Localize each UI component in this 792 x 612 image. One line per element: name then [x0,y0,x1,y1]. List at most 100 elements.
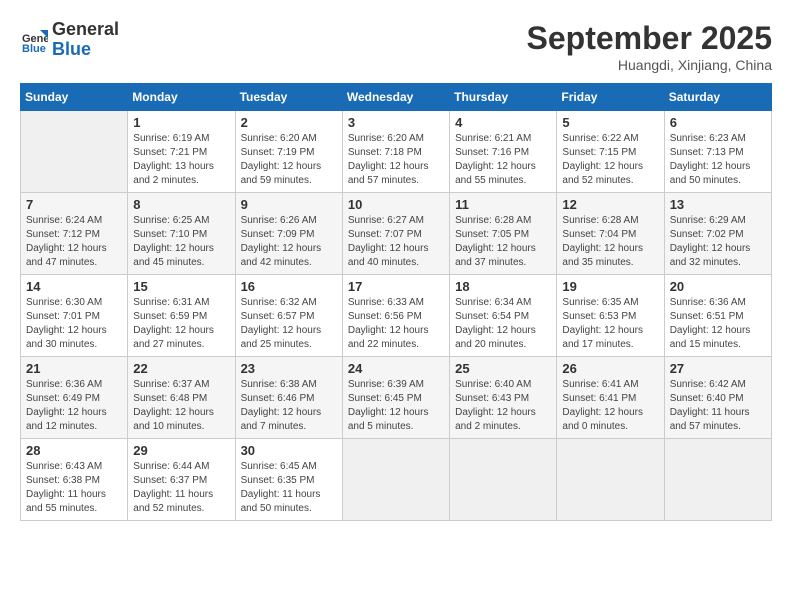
month-title: September 2025 [527,20,772,57]
day-number: 1 [133,115,229,130]
day-info: Sunrise: 6:40 AMSunset: 6:43 PMDaylight:… [455,378,551,434]
day-number: 26 [562,361,658,376]
day-info: Sunrise: 6:23 AMSunset: 7:13 PMDaylight:… [670,132,766,188]
day-info: Sunrise: 6:34 AMSunset: 6:54 PMDaylight:… [455,296,551,352]
calendar-cell [664,439,771,521]
day-info: Sunrise: 6:27 AMSunset: 7:07 PMDaylight:… [348,214,444,270]
column-header-wednesday: Wednesday [342,84,449,111]
calendar-cell: 6 Sunrise: 6:23 AMSunset: 7:13 PMDaylight… [664,111,771,193]
calendar-cell [450,439,557,521]
day-number: 25 [455,361,551,376]
day-info: Sunrise: 6:20 AMSunset: 7:18 PMDaylight:… [348,132,444,188]
logo: General Blue General Blue [20,20,119,60]
day-info: Sunrise: 6:20 AMSunset: 7:19 PMDaylight:… [241,132,337,188]
day-info: Sunrise: 6:36 AMSunset: 6:49 PMDaylight:… [26,378,122,434]
day-info: Sunrise: 6:44 AMSunset: 6:37 PMDaylight:… [133,460,229,516]
calendar-cell: 28Sunrise: 6:43 AMSunset: 6:38 PMDayligh… [21,439,128,521]
calendar-cell: 3Sunrise: 6:20 AMSunset: 7:18 PMDaylight… [342,111,449,193]
calendar-cell: 30 Sunrise: 6:45 AMSunset: 6:35 PMDayligh… [235,439,342,521]
header-row: SundayMondayTuesdayWednesdayThursdayFrid… [21,84,772,111]
calendar-cell: 4 Sunrise: 6:21 AMSunset: 7:16 PMDaylight… [450,111,557,193]
calendar-cell: 19Sunrise: 6:35 AMSunset: 6:53 PMDayligh… [557,275,664,357]
column-header-thursday: Thursday [450,84,557,111]
calendar-cell: 27 Sunrise: 6:42 AMSunset: 6:40 PMDayligh… [664,357,771,439]
day-number: 15 [133,279,229,294]
day-number: 13 [670,197,766,212]
calendar-header: SundayMondayTuesdayWednesdayThursdayFrid… [21,84,772,111]
calendar-cell: 29 Sunrise: 6:44 AMSunset: 6:37 PMDayligh… [128,439,235,521]
day-number: 29 [133,443,229,458]
calendar-cell: 14 Sunrise: 6:30 AMSunset: 7:01 PMDayligh… [21,275,128,357]
day-number: 20 [670,279,766,294]
day-number: 8 [133,197,229,212]
day-info: Sunrise: 6:41 AMSunset: 6:41 PMDaylight:… [562,378,658,434]
day-number: 23 [241,361,337,376]
day-number: 28 [26,443,122,458]
title-block: September 2025 Huangdi, Xinjiang, China [527,20,772,73]
day-number: 12 [562,197,658,212]
day-number: 7 [26,197,122,212]
day-info: Sunrise: 6:31 AMSunset: 6:59 PMDaylight:… [133,296,229,352]
calendar-cell [342,439,449,521]
calendar-cell: 8Sunrise: 6:25 AMSunset: 7:10 PMDaylight… [128,193,235,275]
column-header-friday: Friday [557,84,664,111]
calendar-cell: 12 Sunrise: 6:28 AMSunset: 7:04 PMDayligh… [557,193,664,275]
day-number: 14 [26,279,122,294]
day-info: Sunrise: 6:37 AMSunset: 6:48 PMDaylight:… [133,378,229,434]
day-info: Sunrise: 6:32 AMSunset: 6:57 PMDaylight:… [241,296,337,352]
day-info: Sunrise: 6:38 AMSunset: 6:46 PMDaylight:… [241,378,337,434]
column-header-monday: Monday [128,84,235,111]
day-info: Sunrise: 6:22 AMSunset: 7:15 PMDaylight:… [562,132,658,188]
day-info: Sunrise: 6:36 AMSunset: 6:51 PMDaylight:… [670,296,766,352]
day-info: Sunrise: 6:29 AMSunset: 7:02 PMDaylight:… [670,214,766,270]
day-info: Sunrise: 6:26 AMSunset: 7:09 PMDaylight:… [241,214,337,270]
location-subtitle: Huangdi, Xinjiang, China [527,57,772,73]
calendar-cell: 25 Sunrise: 6:40 AMSunset: 6:43 PMDayligh… [450,357,557,439]
day-info: Sunrise: 6:28 AMSunset: 7:04 PMDaylight:… [562,214,658,270]
calendar-cell: 10 Sunrise: 6:27 AMSunset: 7:07 PMDayligh… [342,193,449,275]
day-info: Sunrise: 6:35 AMSunset: 6:53 PMDaylight:… [562,296,658,352]
day-number: 16 [241,279,337,294]
day-info: Sunrise: 6:45 AMSunset: 6:35 PMDaylight:… [241,460,337,516]
day-number: 6 [670,115,766,130]
calendar-cell: 2 Sunrise: 6:20 AMSunset: 7:19 PMDaylight… [235,111,342,193]
day-number: 27 [670,361,766,376]
calendar-cell: 26 Sunrise: 6:41 AMSunset: 6:41 PMDayligh… [557,357,664,439]
calendar-cell [557,439,664,521]
day-info: Sunrise: 6:28 AMSunset: 7:05 PMDaylight:… [455,214,551,270]
calendar-week-row: 21 Sunrise: 6:36 AMSunset: 6:49 PMDayligh… [21,357,772,439]
calendar-week-row: 28Sunrise: 6:43 AMSunset: 6:38 PMDayligh… [21,439,772,521]
day-info: Sunrise: 6:30 AMSunset: 7:01 PMDaylight:… [26,296,122,352]
calendar-week-row: 7 Sunrise: 6:24 AMSunset: 7:12 PMDaylight… [21,193,772,275]
calendar-cell: 1 Sunrise: 6:19 AMSunset: 7:21 PMDaylight… [128,111,235,193]
day-number: 10 [348,197,444,212]
calendar-cell: 7 Sunrise: 6:24 AMSunset: 7:12 PMDaylight… [21,193,128,275]
day-number: 30 [241,443,337,458]
calendar-cell: 22Sunrise: 6:37 AMSunset: 6:48 PMDayligh… [128,357,235,439]
column-header-tuesday: Tuesday [235,84,342,111]
day-number: 5 [562,115,658,130]
day-number: 4 [455,115,551,130]
calendar-body: 1 Sunrise: 6:19 AMSunset: 7:21 PMDaylight… [21,111,772,521]
day-info: Sunrise: 6:21 AMSunset: 7:16 PMDaylight:… [455,132,551,188]
calendar-cell: 5 Sunrise: 6:22 AMSunset: 7:15 PMDaylight… [557,111,664,193]
calendar-cell: 17Sunrise: 6:33 AMSunset: 6:56 PMDayligh… [342,275,449,357]
day-number: 17 [348,279,444,294]
day-number: 2 [241,115,337,130]
day-number: 11 [455,197,551,212]
logo-text: General Blue [52,20,119,60]
calendar-cell: 18 Sunrise: 6:34 AMSunset: 6:54 PMDayligh… [450,275,557,357]
calendar-week-row: 1 Sunrise: 6:19 AMSunset: 7:21 PMDaylight… [21,111,772,193]
page-header: General Blue General Blue September 2025… [20,20,772,73]
day-info: Sunrise: 6:42 AMSunset: 6:40 PMDaylight:… [670,378,766,434]
calendar-cell: 16 Sunrise: 6:32 AMSunset: 6:57 PMDayligh… [235,275,342,357]
calendar-cell: 20 Sunrise: 6:36 AMSunset: 6:51 PMDayligh… [664,275,771,357]
day-info: Sunrise: 6:19 AMSunset: 7:21 PMDaylight:… [133,132,229,188]
column-header-saturday: Saturday [664,84,771,111]
calendar-cell: 13 Sunrise: 6:29 AMSunset: 7:02 PMDayligh… [664,193,771,275]
day-info: Sunrise: 6:24 AMSunset: 7:12 PMDaylight:… [26,214,122,270]
calendar-table: SundayMondayTuesdayWednesdayThursdayFrid… [20,83,772,521]
calendar-cell: 15 Sunrise: 6:31 AMSunset: 6:59 PMDayligh… [128,275,235,357]
day-number: 21 [26,361,122,376]
day-number: 18 [455,279,551,294]
